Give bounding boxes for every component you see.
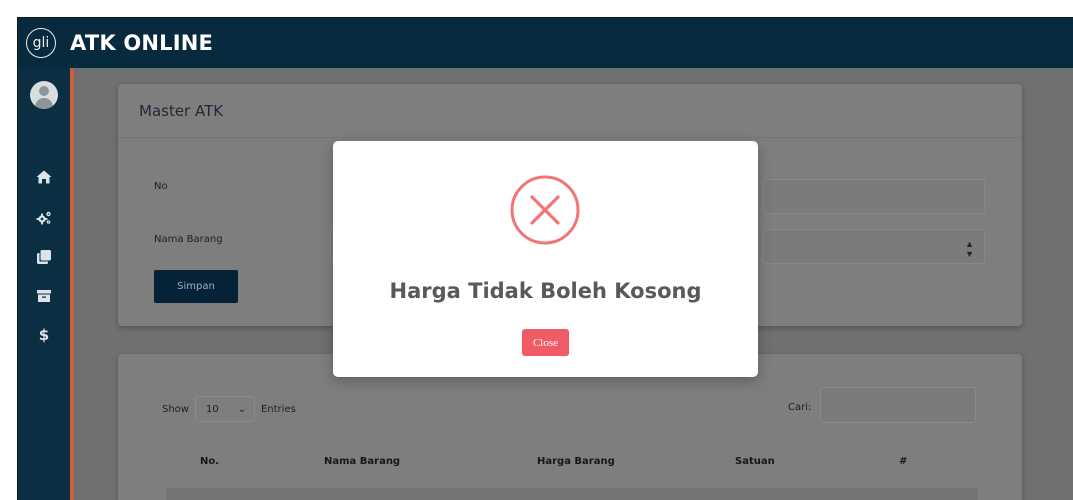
alert-modal: Harga Tidak Boleh Kosong Close — [333, 141, 758, 377]
close-button[interactable]: Close — [522, 329, 569, 356]
form-card-header: Master ATK — [118, 84, 1022, 138]
no-label: No — [154, 181, 168, 192]
satuan-select[interactable]: ▲ ▼ — [763, 229, 985, 264]
chevron-down-icon: ⌄ — [237, 403, 246, 415]
dollar-icon: $ — [38, 326, 50, 344]
length-value: 10 — [205, 403, 219, 415]
column-header-harga-barang[interactable]: Harga Barang — [537, 456, 615, 467]
column-header-satuan[interactable]: Satuan — [735, 456, 775, 467]
search-input[interactable] — [820, 387, 976, 423]
archive-icon — [37, 290, 51, 302]
table-row — [166, 488, 978, 500]
error-x-icon — [510, 175, 580, 245]
cogs-icon — [36, 211, 51, 225]
app-logo[interactable]: gli — [26, 28, 56, 58]
sidebar-item-home[interactable] — [35, 168, 53, 186]
form-card-title: Master ATK — [139, 101, 224, 120]
search-label: Cari: — [788, 402, 812, 413]
no-input[interactable] — [763, 179, 985, 214]
sidebar-item-dollar[interactable]: $ — [35, 326, 53, 344]
clone-icon — [37, 250, 51, 264]
modal-title: Harga Tidak Boleh Kosong — [389, 279, 702, 303]
app-title: ATK ONLINE — [70, 31, 214, 55]
logo-text: gli — [32, 35, 50, 51]
entries-label: Entries — [260, 403, 296, 415]
sidebar-item-cogs[interactable] — [35, 209, 53, 227]
sidebar-item-archive[interactable] — [35, 287, 53, 305]
user-avatar[interactable] — [30, 81, 58, 109]
column-header-action[interactable]: # — [899, 456, 907, 467]
save-button[interactable]: Simpan — [154, 270, 238, 303]
length-select[interactable]: 10 ⌄ — [194, 396, 255, 422]
nama-barang-label: Nama Barang — [154, 234, 223, 245]
home-icon — [36, 170, 52, 184]
length-control: Show 10 ⌄ Entries — [162, 396, 296, 422]
avatar-body — [35, 98, 53, 109]
sidebar: $ — [18, 68, 74, 500]
avatar-head — [39, 86, 49, 96]
sidebar-item-clone[interactable] — [35, 248, 53, 266]
column-header-no[interactable]: No. — [200, 456, 219, 467]
top-bar: gli ATK ONLINE — [18, 18, 1073, 68]
show-label: Show — [162, 403, 189, 415]
select-arrows-icon: ▲ ▼ — [965, 239, 974, 259]
column-header-nama-barang[interactable]: Nama Barang — [324, 456, 400, 467]
